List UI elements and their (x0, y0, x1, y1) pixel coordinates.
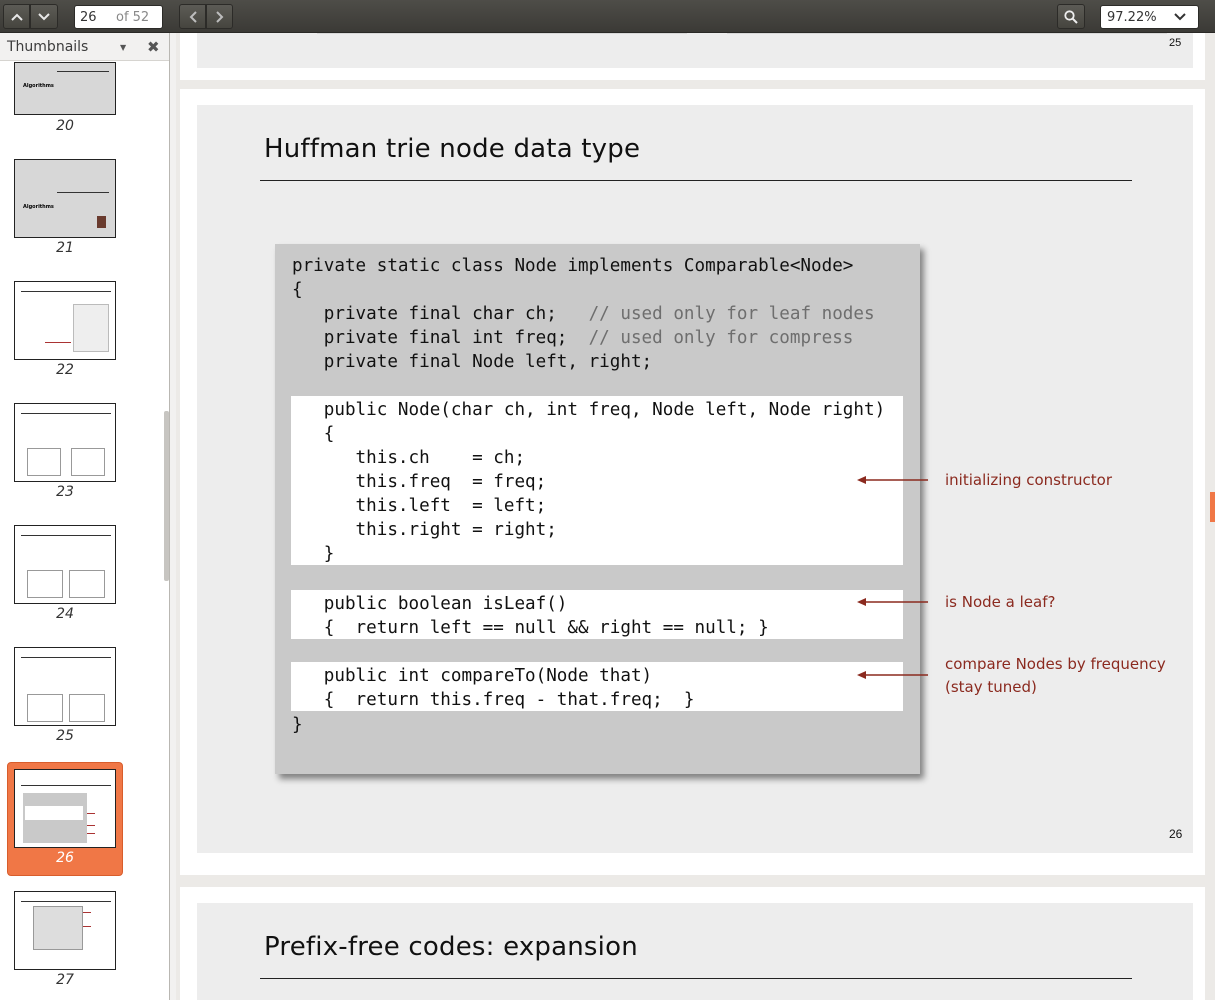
forward-button[interactable] (206, 4, 233, 29)
thumbnail-number: 23 (56, 484, 74, 500)
page-count-label: of 52 (116, 9, 150, 25)
slide-title: Huffman trie node data type (264, 134, 641, 164)
chevron-down-icon (1174, 13, 1186, 21)
thumbnail-number: 21 (56, 240, 74, 256)
thumbnail-number: 20 (56, 118, 74, 134)
chevron-left-icon (189, 10, 197, 23)
search-button[interactable] (1057, 4, 1085, 29)
page-number-field[interactable]: of 52 (74, 5, 163, 29)
slide-number: 26 (1169, 827, 1183, 841)
slide-26: Huffman trie node data type private stat… (197, 105, 1193, 853)
page-25: 25 (180, 33, 1205, 80)
annotation-constructor: initializing constructor (945, 471, 1113, 489)
page-27: Prefix-free codes: expansion (180, 887, 1205, 1000)
thumbnail-number: 24 (56, 606, 74, 622)
annotation-compareto: compare Nodes by frequency (stay tuned) (945, 653, 1166, 699)
slide-number: 25 (1169, 37, 1182, 49)
thumbnail-number: 27 (56, 972, 74, 988)
thumbnail-page-21[interactable]: Algorithms (14, 159, 116, 238)
thumbnails-sidebar: Thumbnails ▼ ✖ Algorithms 20 Algorithms … (0, 33, 170, 1000)
back-button[interactable] (179, 4, 206, 29)
slide-25: 25 (197, 33, 1193, 68)
close-sidebar-icon[interactable]: ✖ (147, 38, 160, 56)
thumbnail-number: 22 (56, 362, 74, 378)
page-26: Huffman trie node data type private stat… (180, 89, 1205, 875)
annotation-compareto-line2: (stay tuned) (945, 678, 1037, 696)
chevron-up-icon (10, 13, 23, 21)
title-divider (260, 978, 1132, 979)
sidebar-mode-label[interactable]: Thumbnails (7, 39, 88, 55)
toolbar: of 52 97.22% (0, 0, 1215, 33)
zoom-select[interactable]: 97.22% (1100, 5, 1199, 29)
page-number-input[interactable] (80, 9, 114, 25)
thumbnail-page-26[interactable] (14, 769, 116, 848)
document-viewport[interactable]: 25 Huffman trie node data type private s… (176, 33, 1210, 1000)
sidebar-mode-dropdown-icon[interactable]: ▼ (120, 43, 126, 52)
document-scroll-position-marker[interactable] (1210, 492, 1215, 522)
thumbnail-page-25[interactable] (14, 647, 116, 726)
chevron-right-icon (215, 10, 223, 23)
slide-27: Prefix-free codes: expansion (197, 903, 1193, 1000)
thumbnail-page-22[interactable] (14, 281, 116, 360)
arrow-left-icon (857, 598, 928, 606)
code-class-close: } (292, 715, 303, 735)
slide-title: Prefix-free codes: expansion (264, 932, 638, 962)
zoom-value: 97.22% (1107, 9, 1157, 25)
thumbnail-page-27[interactable] (14, 891, 116, 970)
title-divider (260, 180, 1132, 181)
code-class-header: private static class Node implements Com… (292, 256, 875, 372)
thumbnail-page-24[interactable] (14, 525, 116, 604)
code-panel: private static class Node implements Com… (275, 244, 920, 774)
thumbnail-page-23[interactable] (14, 403, 116, 482)
annotation-compareto-line1: compare Nodes by frequency (945, 655, 1166, 673)
thumbnail-page-20[interactable]: Algorithms (14, 62, 116, 115)
previous-page-button[interactable] (3, 4, 30, 29)
sidebar-header: Thumbnails ▼ ✖ (0, 33, 169, 61)
arrow-left-icon (857, 476, 928, 484)
annotation-isleaf: is Node a leaf? (945, 593, 1056, 611)
code-isleaf: public boolean isLeaf() { return left ==… (292, 594, 769, 638)
sidebar-scrollbar[interactable] (164, 411, 169, 581)
thumbnail-number: 25 (56, 728, 74, 744)
arrow-left-icon (857, 671, 928, 679)
thumbnail-number: 26 (56, 850, 74, 866)
chevron-down-icon (38, 12, 50, 20)
code-compareto: public int compareTo(Node that) { return… (292, 666, 695, 710)
next-page-button[interactable] (30, 4, 58, 29)
search-icon (1064, 9, 1078, 24)
code-constructor: public Node(char ch, int freq, Node left… (292, 400, 886, 564)
